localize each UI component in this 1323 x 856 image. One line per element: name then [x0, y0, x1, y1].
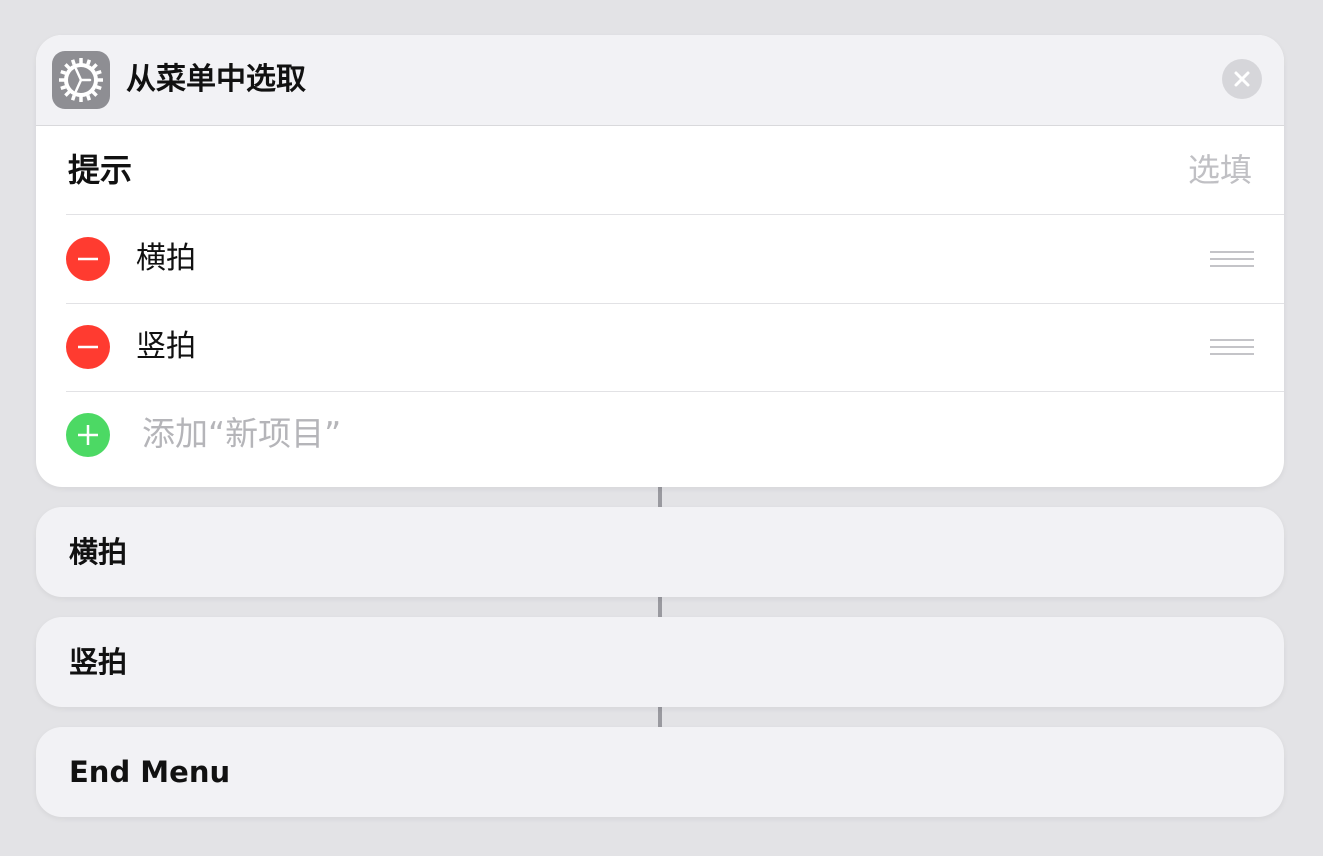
end-menu-block[interactable]: End Menu: [36, 727, 1284, 817]
close-icon[interactable]: [1222, 59, 1262, 99]
add-item-row[interactable]: 添加“新项目”: [66, 391, 1284, 479]
menu-case-block[interactable]: 竖拍: [36, 617, 1284, 707]
end-menu-label: End Menu: [69, 755, 231, 789]
menu-item-row: 竖拍: [66, 303, 1284, 392]
menu-item-label[interactable]: 横拍: [136, 239, 196, 279]
add-item-label[interactable]: 添加“新项目”: [142, 413, 341, 455]
remove-item-button[interactable]: [66, 237, 110, 281]
drag-handle-icon[interactable]: [1210, 339, 1254, 355]
flow-connector: [658, 597, 662, 617]
menu-case-label: 横拍: [69, 535, 128, 569]
flow-connector: [658, 487, 662, 507]
action-title: 从菜单中选取: [126, 62, 306, 97]
menu-item-row: 横拍: [66, 215, 1284, 304]
remove-item-button[interactable]: [66, 325, 110, 369]
drag-handle-icon[interactable]: [1210, 251, 1254, 267]
menu-case-block[interactable]: 横拍: [36, 507, 1284, 597]
menu-item-label[interactable]: 竖拍: [136, 327, 196, 367]
menu-case-label: 竖拍: [69, 645, 128, 679]
prompt-row[interactable]: 提示 选填: [66, 126, 1284, 215]
action-header: 从菜单中选取: [36, 35, 1284, 126]
prompt-input[interactable]: 选填: [1188, 150, 1252, 190]
gear-icon: [52, 51, 110, 109]
prompt-label: 提示: [68, 151, 133, 189]
add-item-button[interactable]: [66, 413, 110, 457]
flow-connector: [658, 707, 662, 727]
choose-from-menu-action: 从菜单中选取 提示 选填 横拍 竖拍 添加“新项目”: [36, 35, 1284, 487]
